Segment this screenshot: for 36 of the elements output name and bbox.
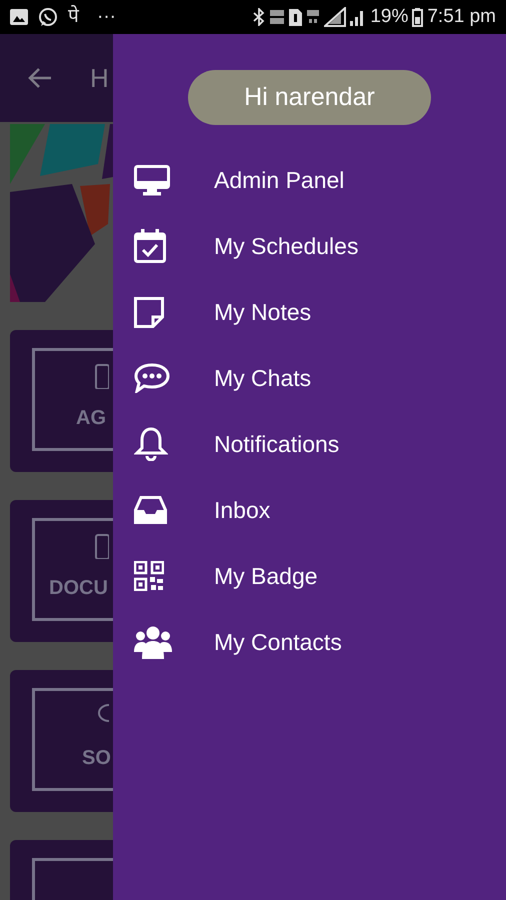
battery-percent: 19%	[370, 6, 408, 28]
drawer-item[interactable]: Notifications	[113, 411, 506, 477]
monitor-icon	[134, 164, 170, 196]
note-icon	[134, 296, 164, 328]
back-arrow-icon[interactable]	[28, 67, 52, 89]
qr-code-icon	[134, 561, 164, 591]
lte-icon	[306, 8, 320, 26]
inbox-tray-icon	[134, 496, 167, 524]
drawer-item[interactable]: My Notes	[113, 279, 506, 345]
drawer-item[interactable]: My Badge	[113, 543, 506, 609]
gallery-icon	[10, 9, 28, 25]
signal-icon	[324, 7, 346, 27]
sim-icon	[289, 8, 302, 26]
bluetooth-icon	[253, 8, 266, 26]
drawer-item[interactable]: My Schedules	[113, 213, 506, 279]
menu-tile[interactable]: AG	[10, 330, 113, 472]
people-icon	[134, 625, 172, 659]
bell-icon	[134, 427, 168, 461]
menu-tile[interactable]: SO	[10, 670, 113, 812]
drawer-item[interactable]: Admin Panel	[113, 147, 506, 213]
more-notifications: ···	[97, 6, 116, 28]
chat-bubble-icon	[38, 7, 58, 27]
tile-label: AG	[76, 407, 106, 430]
menu-tile[interactable]: DOCU	[10, 500, 113, 642]
drawer-item[interactable]: My Chats	[113, 345, 506, 411]
drawer-item[interactable]: Inbox	[113, 477, 506, 543]
tile-label: SO	[82, 747, 111, 770]
battery-icon	[412, 8, 424, 26]
app-glyph: पे	[68, 6, 79, 28]
calendar-check-icon	[134, 229, 166, 263]
clock: 7:51 pm	[427, 6, 496, 28]
tile-label: DOCU	[49, 577, 108, 600]
app-bar-title: H	[90, 62, 109, 94]
volte-icon	[269, 8, 286, 26]
drawer-item[interactable]: My Contacts	[113, 609, 506, 675]
greeting-badge: Hi narendar	[188, 70, 431, 125]
